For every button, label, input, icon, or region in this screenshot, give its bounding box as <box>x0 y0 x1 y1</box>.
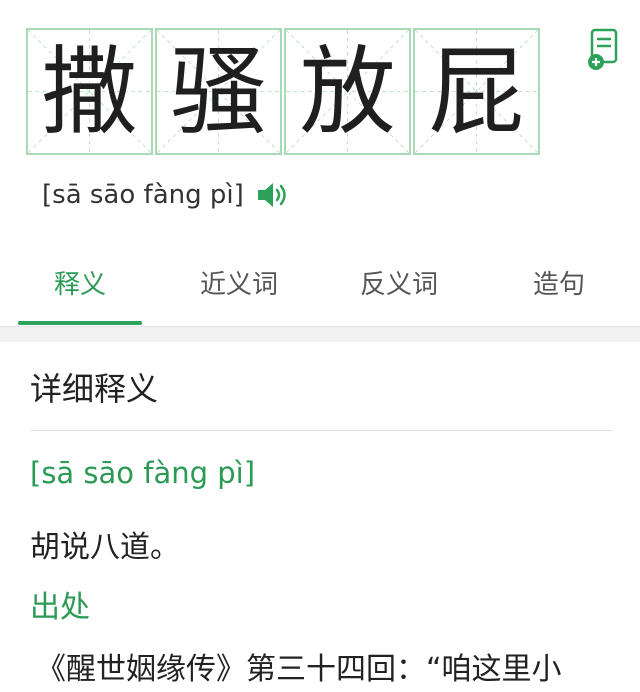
tab-definition[interactable]: 释义 <box>18 264 142 301</box>
add-to-notebook-icon <box>588 28 618 70</box>
pinyin-row: [sā sāo fàng pì] <box>42 180 290 210</box>
speaker-icon <box>257 183 286 207</box>
tab-antonyms[interactable]: 反义词 <box>336 264 462 301</box>
source-text: 《醒世姻缘传》第三十四回：“咱这里小 <box>36 652 562 687</box>
char-cell[interactable]: 骚 <box>155 28 282 155</box>
character: 骚 <box>170 35 267 148</box>
word-header: 撒 骚 放 屁 [sā sāo fàng pì] 释义 近义词 反义词 造句 <box>0 0 640 327</box>
divider <box>30 430 612 431</box>
definition-text: 胡说八道。 <box>30 530 180 565</box>
add-to-notebook-button[interactable] <box>586 28 622 72</box>
character: 撒 <box>41 35 138 148</box>
tab-synonyms[interactable]: 近义词 <box>176 264 302 301</box>
char-cell[interactable]: 撒 <box>26 28 153 155</box>
character-grid: 撒 骚 放 屁 <box>26 28 540 155</box>
source-label: 出处 <box>30 590 90 625</box>
tab-sentences[interactable]: 造句 <box>496 264 622 301</box>
detail-card: 详细释义 [sā sāo fàng pì] 胡说八道。 出处 《醒世姻缘传》第三… <box>0 342 640 692</box>
tab-bar: 释义 近义词 反义词 造句 <box>0 248 640 327</box>
definition-pinyin: [sā sāo fàng pì] <box>30 456 256 490</box>
character: 屁 <box>428 35 525 148</box>
word-pinyin: [sā sāo fàng pì] <box>42 180 244 210</box>
char-cell[interactable]: 放 <box>284 28 411 155</box>
active-tab-indicator <box>18 321 142 325</box>
speaker-button[interactable] <box>256 180 290 210</box>
detail-title: 详细释义 <box>30 370 159 408</box>
char-cell[interactable]: 屁 <box>413 28 540 155</box>
character: 放 <box>299 35 396 148</box>
